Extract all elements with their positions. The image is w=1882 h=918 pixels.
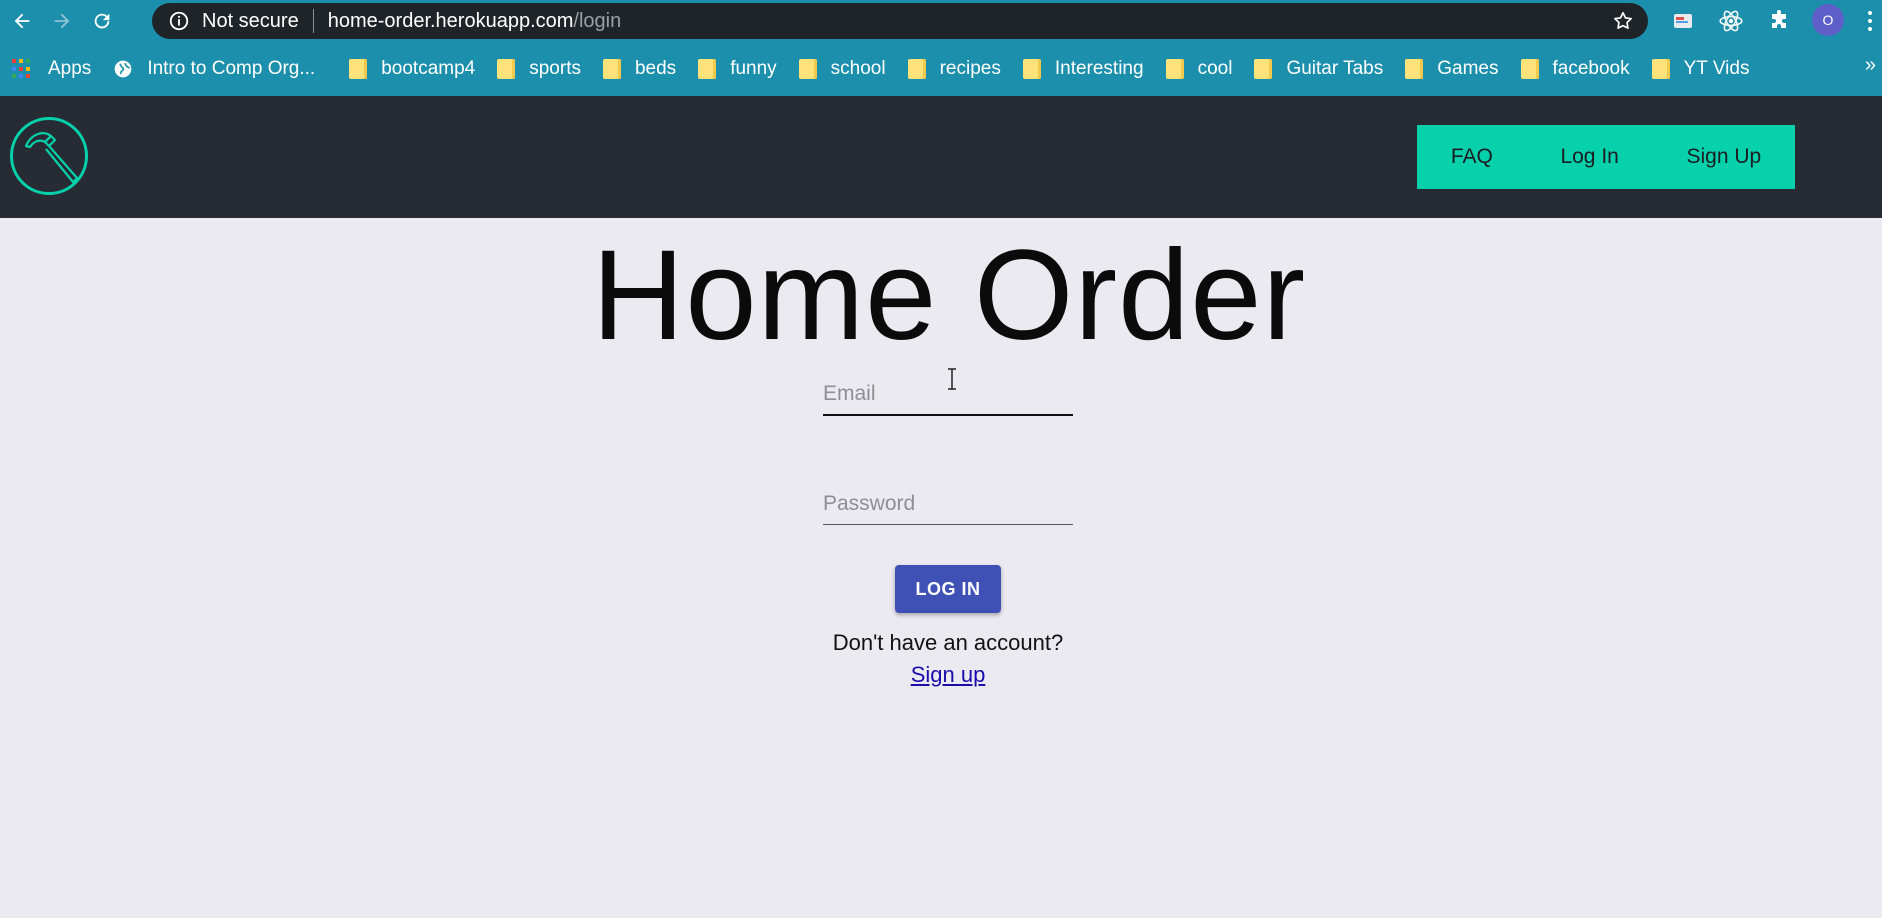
bookmark-recipes[interactable]: recipes	[907, 58, 1001, 80]
bookmark-label: beds	[634, 58, 677, 79]
bookmark-yt-vids[interactable]: YT Vids	[1651, 58, 1750, 80]
bookmark-label: school	[830, 58, 886, 79]
login-button[interactable]: LOG IN	[895, 565, 1001, 613]
page-title: Home Order	[591, 224, 1307, 367]
folder-icon	[1254, 59, 1273, 79]
bookmark-label: cool	[1197, 58, 1233, 79]
folder-icon	[1520, 59, 1539, 79]
security-label: Not secure	[202, 9, 299, 32]
reload-icon	[94, 13, 110, 29]
bookmark-label: recipes	[939, 58, 1001, 79]
extensions-puzzle-icon[interactable]	[1766, 8, 1792, 34]
folder-icon	[602, 59, 621, 79]
password-field[interactable]	[823, 486, 1073, 525]
app-header: FAQ Log In Sign Up	[0, 96, 1882, 218]
bookmark-games[interactable]: Games	[1405, 58, 1499, 80]
bookmark-label: Interesting	[1054, 58, 1144, 79]
folder-icon	[1405, 59, 1424, 79]
bookmark-label: sports	[529, 58, 581, 79]
bookmark-guitar-tabs[interactable]: Guitar Tabs	[1254, 58, 1383, 80]
folder-icon	[349, 59, 368, 79]
bookmark-label: funny	[730, 58, 777, 79]
browser-menu-icon[interactable]	[1864, 8, 1876, 34]
no-account-text: Don't have an account?	[832, 630, 1064, 655]
text-cursor-icon	[948, 368, 956, 390]
back-button[interactable]	[4, 3, 40, 39]
reload-button[interactable]	[84, 3, 120, 39]
bookmark-cool[interactable]: cool	[1165, 58, 1233, 80]
nav-login[interactable]: Log In	[1552, 145, 1626, 169]
folder-icon	[907, 59, 926, 79]
bookmark-facebook[interactable]: facebook	[1520, 58, 1630, 80]
react-devtools-icon[interactable]	[1718, 8, 1744, 34]
back-arrow-icon	[14, 13, 30, 29]
bookmark-label: bootcamp4	[381, 58, 476, 79]
folder-icon	[698, 59, 717, 79]
bookmark-bootcamp4[interactable]: bootcamp4	[349, 58, 475, 80]
globe-icon	[114, 60, 132, 78]
bookmarks-overflow-button[interactable]: »	[1865, 54, 1876, 77]
bookmark-school[interactable]: school	[798, 58, 886, 80]
cast-extension-icon[interactable]	[1670, 8, 1696, 34]
apps-grid-icon	[12, 59, 32, 79]
header-nav: FAQ Log In Sign Up	[1417, 125, 1795, 189]
address-bar[interactable]: Not secure home-order.herokuapp.com /log…	[152, 3, 1648, 39]
bookmarks-bar: Apps Intro to Comp Org... bootcamp4 spor…	[0, 42, 1882, 96]
folder-icon	[798, 59, 817, 79]
bookmark-apps[interactable]: Apps	[12, 58, 91, 80]
bookmark-label: Games	[1437, 58, 1499, 79]
bookmark-funny[interactable]: funny	[698, 58, 777, 80]
folder-icon	[1022, 59, 1041, 79]
forward-arrow-icon	[54, 13, 70, 29]
bookmark-sports[interactable]: sports	[497, 58, 581, 80]
url-host: home-order.herokuapp.com	[327, 9, 574, 32]
nav-faq[interactable]: FAQ	[1443, 145, 1501, 169]
browser-toolbar: Not secure home-order.herokuapp.com /log…	[0, 0, 1882, 42]
forward-button[interactable]	[44, 3, 80, 39]
folder-icon	[1165, 59, 1184, 79]
hammer-logo-icon[interactable]	[9, 116, 89, 196]
bookmark-label: facebook	[1552, 58, 1630, 79]
bookmark-label: YT Vids	[1683, 58, 1750, 79]
address-separator	[312, 9, 314, 33]
bookmark-label: Apps	[48, 58, 92, 79]
bookmark-label: Intro to Comp Org...	[147, 58, 316, 79]
bookmark-intro-comp-org[interactable]: Intro to Comp Org...	[113, 58, 315, 80]
folder-icon	[497, 59, 516, 79]
nav-signup[interactable]: Sign Up	[1678, 145, 1769, 169]
bookmark-beds[interactable]: beds	[602, 58, 677, 80]
profile-avatar[interactable]: O	[1812, 4, 1844, 36]
url-path: /login	[573, 9, 622, 32]
bookmark-interesting[interactable]: Interesting	[1022, 58, 1144, 80]
bookmark-label: Guitar Tabs	[1286, 58, 1384, 79]
bookmark-star-icon[interactable]	[1612, 10, 1634, 32]
signup-link[interactable]: Sign up	[911, 662, 986, 687]
info-icon[interactable]	[168, 10, 190, 32]
signup-link-container: Sign up	[0, 662, 1882, 688]
folder-icon	[1651, 59, 1670, 79]
